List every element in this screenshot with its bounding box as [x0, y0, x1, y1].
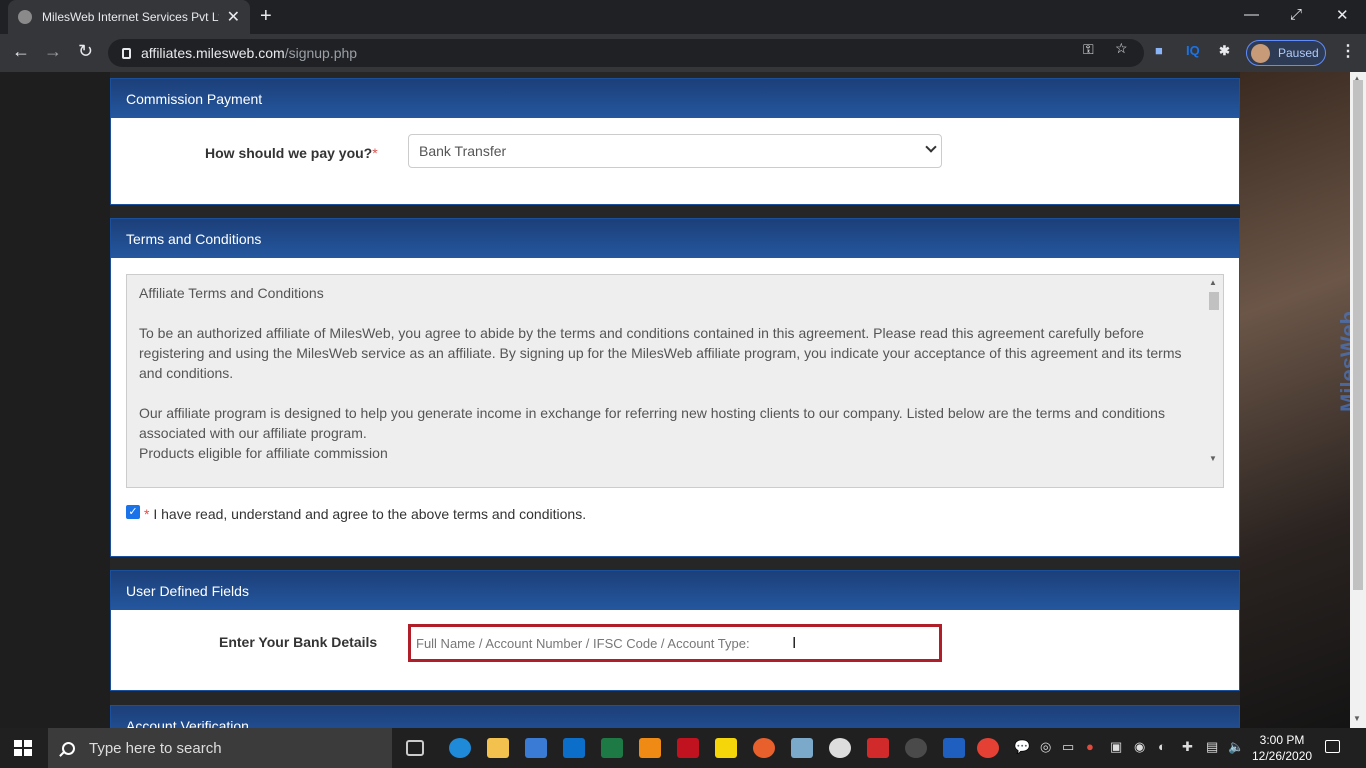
new-tab-button[interactable]: + [260, 5, 272, 28]
screen-recorder-icon[interactable] [943, 738, 965, 758]
menu-kebab-icon[interactable]: ⋮ [1340, 41, 1356, 61]
tray-volume-icon[interactable]: 🔈 [1228, 739, 1244, 755]
tray-video-icon[interactable]: ▣ [1110, 739, 1122, 755]
file-explorer-icon[interactable] [487, 738, 509, 758]
browser-tab[interactable]: MilesWeb Internet Services Pvt Lt ✕ [8, 0, 250, 34]
payment-method-value: Bank Transfer [419, 143, 507, 159]
iq-extension-icon[interactable]: IQ [1186, 43, 1200, 58]
page-scrollbar[interactable]: ▲ ▼ [1350, 72, 1366, 728]
commission-panel: Commission Payment How should we pay you… [110, 78, 1240, 205]
clock-time: 3:00 PM [1259, 733, 1305, 747]
reload-button[interactable]: ↻ [78, 41, 93, 62]
tray-app-icon[interactable]: ◐ [1158, 739, 1166, 754]
lock-icon [122, 47, 131, 59]
address-bar[interactable]: affiliates.milesweb.com /signup.php [108, 39, 1144, 67]
terms-scroll-thumb[interactable] [1209, 292, 1219, 310]
excel-icon[interactable] [601, 738, 623, 758]
user-fields-heading: User Defined Fields [111, 571, 1239, 610]
vlc-icon[interactable] [639, 738, 661, 758]
chrome-profile-icon[interactable] [905, 738, 927, 758]
chevron-down-icon [925, 141, 937, 153]
terms-textarea[interactable]: Affiliate Terms and Conditions To be an … [126, 274, 1224, 488]
search-icon [62, 741, 75, 755]
tray-camera-icon[interactable]: ◎ [1040, 739, 1051, 755]
background-right [1240, 72, 1350, 728]
user-fields-panel: User Defined Fields Enter Your Bank Deta… [110, 570, 1240, 691]
bank-details-label: Enter Your Bank Details [219, 634, 378, 650]
tab-title: MilesWeb Internet Services Pvt Lt [42, 10, 219, 24]
back-button[interactable]: ← [12, 41, 30, 62]
taskbar-clock[interactable]: 3:00 PM 12/26/2020 [1252, 732, 1312, 764]
profile-status: Paused [1278, 46, 1319, 60]
mail-icon[interactable] [563, 738, 585, 758]
verification-heading: Account Verification [111, 706, 1239, 728]
agree-label[interactable]: * I have read, understand and agree to t… [144, 506, 586, 522]
tray-chat-icon[interactable]: 💬 [1014, 739, 1030, 755]
terms-title: Affiliate Terms and Conditions [139, 285, 324, 301]
star-icon[interactable]: ☆ [1115, 40, 1128, 57]
notification-center-icon[interactable] [1325, 740, 1340, 753]
profile-button[interactable]: Paused [1246, 40, 1326, 66]
scroll-up-icon[interactable]: ▲ [1209, 278, 1217, 287]
scroll-down-icon[interactable]: ▼ [1209, 454, 1217, 463]
terms-paragraph: To be an authorized affiliate of MilesWe… [139, 325, 1182, 381]
restore-button[interactable]: ⤢ [1290, 6, 1302, 23]
chrome-icon[interactable] [977, 738, 999, 758]
close-tab-icon[interactable]: ✕ [227, 7, 240, 27]
tray-shield-icon[interactable]: ✚ [1182, 739, 1193, 755]
edge-icon[interactable] [449, 738, 471, 758]
terms-paragraph: Our affiliate program is designed to hel… [139, 405, 1165, 441]
task-view-icon[interactable] [406, 740, 424, 756]
verification-panel: Account Verification [110, 705, 1240, 728]
scroll-down-icon[interactable]: ▼ [1353, 714, 1361, 723]
payment-method-select[interactable]: Bank Transfer [408, 134, 942, 168]
tray-network-icon[interactable]: ▤ [1206, 739, 1218, 755]
tray-chrome-icon[interactable]: ◉ [1134, 739, 1145, 755]
page-viewport: Commission Payment How should we pay you… [0, 72, 1350, 728]
sticky-notes-icon[interactable] [715, 738, 737, 758]
windows-taskbar: Type here to search 💬 ◎ ▭ ● ▣ ◉ ◐ ✚ ▤ 🔈 … [0, 728, 1366, 768]
tray-display-icon[interactable]: ▭ [1062, 739, 1074, 755]
close-window-button[interactable]: ✕ [1336, 6, 1349, 24]
clock-date: 12/26/2020 [1252, 749, 1313, 763]
filezilla-icon[interactable] [677, 738, 699, 758]
notepad-icon[interactable] [791, 738, 813, 758]
tab-strip: MilesWeb Internet Services Pvt Lt ✕ + — … [0, 0, 1366, 34]
agree-checkbox[interactable]: ✓ [126, 505, 140, 519]
url-host: affiliates.milesweb.com [141, 45, 285, 61]
forward-button[interactable]: → [44, 41, 62, 62]
background-left [0, 72, 110, 728]
terms-heading: Terms and Conditions [111, 219, 1239, 258]
key-icon[interactable]: ⚿ [1083, 41, 1094, 58]
chat-icon[interactable] [867, 738, 889, 758]
pay-method-label: How should we pay you?* [205, 145, 378, 161]
terms-scrollbar[interactable]: ▲ ▼ [1206, 276, 1222, 476]
windows-start-icon[interactable] [14, 740, 32, 756]
taskbar-search-placeholder: Type here to search [89, 739, 222, 757]
tray-record-icon[interactable]: ● [1086, 739, 1094, 754]
terms-paragraph: Products eligible for affiliate commissi… [139, 445, 388, 461]
url-path: /signup.php [284, 45, 358, 61]
bank-details-placeholder: Full Name / Account Number / IFSC Code /… [416, 635, 750, 651]
avatar [1251, 43, 1270, 63]
screen-recorder-extension-icon[interactable]: ■ [1155, 43, 1163, 58]
terms-panel: Terms and Conditions Affiliate Terms and… [110, 218, 1240, 557]
globe-icon [18, 10, 32, 24]
commission-heading: Commission Payment [111, 79, 1239, 118]
page-scroll-thumb[interactable] [1353, 80, 1363, 590]
microsoft-store-icon[interactable] [525, 738, 547, 758]
firefox-icon[interactable] [753, 738, 775, 758]
text-cursor-icon: I [792, 635, 797, 652]
media-player-icon[interactable] [829, 738, 851, 758]
extensions-puzzle-icon[interactable]: ✱ [1219, 43, 1230, 59]
browser-toolbar: ← → ↻ affiliates.milesweb.com /signup.ph… [0, 34, 1366, 72]
bank-details-input[interactable]: Full Name / Account Number / IFSC Code /… [408, 624, 942, 662]
minimize-button[interactable]: — [1244, 6, 1259, 23]
taskbar-search-box[interactable]: Type here to search [48, 728, 392, 768]
